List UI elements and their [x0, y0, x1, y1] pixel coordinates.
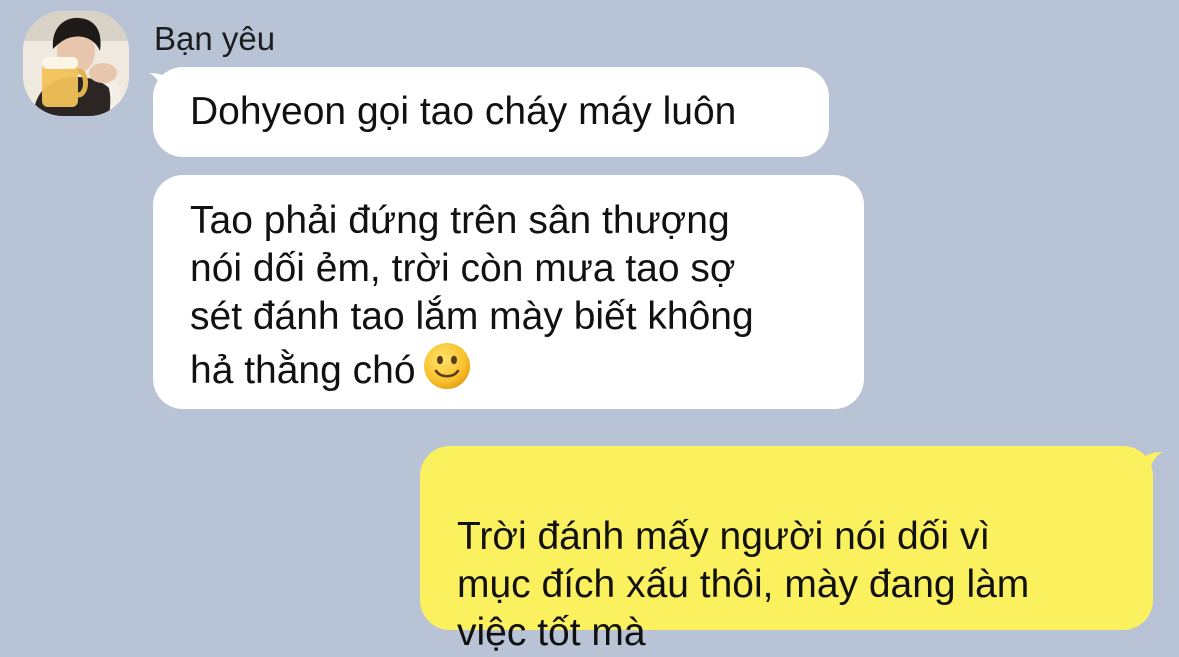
avatar-photo	[23, 11, 129, 116]
slightly-smiling-face-icon	[422, 341, 472, 391]
message-bubble-incoming[interactable]: Tao phải đứng trên sân thượng nói dối ẻm…	[153, 175, 864, 409]
contact-name: Bạn yêu	[154, 20, 276, 57]
contact-avatar[interactable]	[23, 11, 129, 116]
message-bubble-outgoing[interactable]: Trời đánh mấy người nói dối vì mục đích …	[420, 446, 1153, 654]
message-text: Dohyeon gọi tao cháy máy luôn	[190, 90, 737, 133]
message-text: Trời đánh mấy người nói dối vì mục đích …	[457, 515, 1030, 654]
message-text: Tao phải đứng trên sân thượng nói dối ẻm…	[190, 199, 754, 392]
message-bubble-incoming[interactable]: Dohyeon gọi tao cháy máy luôn	[153, 67, 829, 157]
